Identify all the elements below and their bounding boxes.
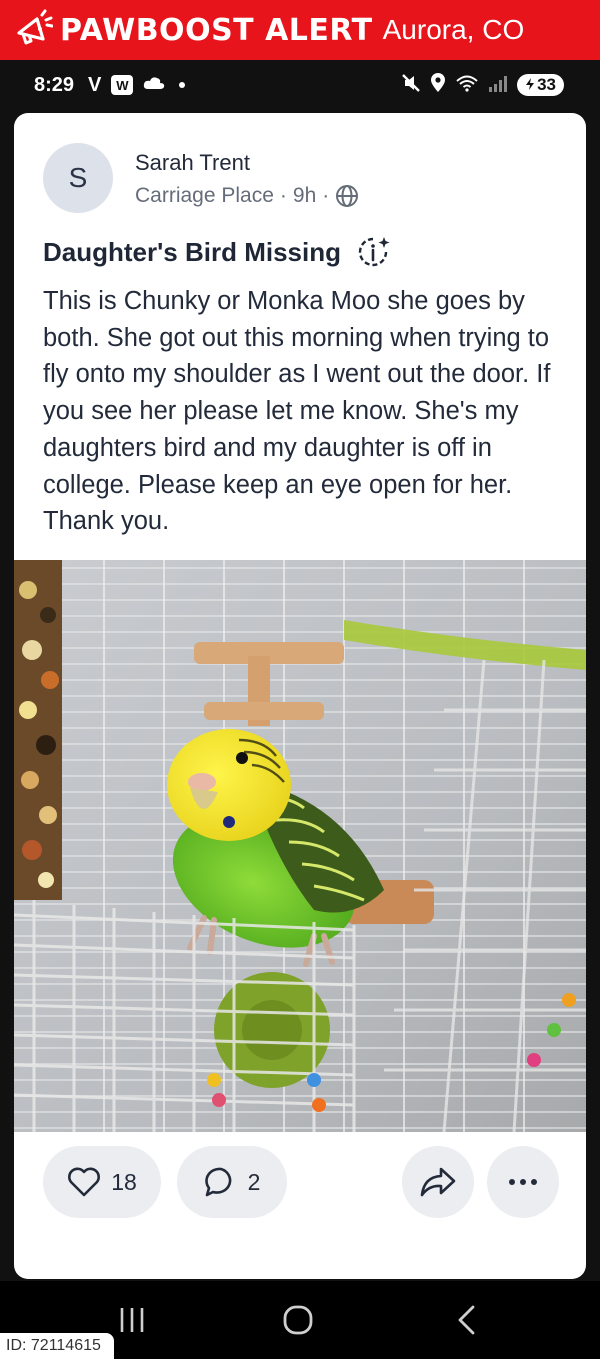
author-name[interactable]: Sarah Trent	[135, 150, 250, 176]
status-bar: 8:29 V W 33	[0, 60, 600, 110]
more-options-button[interactable]	[487, 1146, 559, 1218]
home-button[interactable]	[278, 1299, 318, 1341]
post-title: Daughter's Bird Missing	[43, 235, 391, 269]
post-card: S Sarah Trent Carriage Place · 9h · Daug…	[14, 113, 586, 1279]
comment-button[interactable]: 2	[177, 1146, 287, 1218]
globe-icon	[335, 184, 359, 208]
avatar[interactable]: S	[43, 143, 113, 213]
recent-apps-button[interactable]	[112, 1299, 152, 1341]
post-title-text: Daughter's Bird Missing	[43, 236, 341, 267]
wifi-icon	[455, 73, 479, 98]
meta-separator: ·	[279, 184, 287, 207]
ellipsis-icon	[508, 1178, 538, 1186]
alert-title: PAWBOOST ALERT	[60, 12, 373, 48]
dot-icon	[179, 82, 186, 88]
comment-count: 2	[247, 1168, 261, 1195]
share-icon	[419, 1165, 457, 1199]
meta-separator: ·	[322, 184, 330, 207]
app-badge-icon: W	[111, 75, 134, 95]
like-count: 18	[111, 1168, 137, 1195]
budgie-photo[interactable]	[14, 560, 586, 1132]
alert-banner: PAWBOOST ALERT Aurora, CO	[0, 0, 600, 60]
battery-indicator: 33	[517, 74, 564, 96]
battery-icon	[525, 75, 535, 95]
megaphone-icon	[8, 6, 56, 54]
share-button[interactable]	[402, 1146, 474, 1218]
ai-info-icon[interactable]	[357, 235, 391, 269]
comment-icon	[204, 1166, 238, 1198]
location-icon	[430, 72, 446, 98]
post-body: This is Chunky or Monka Moo she goes by …	[43, 287, 551, 536]
signal-icon	[488, 74, 508, 97]
alert-location: Aurora, CO	[382, 14, 525, 45]
post-meta: Carriage Place · 9h ·	[135, 184, 359, 208]
action-bar: 18 2	[14, 1146, 586, 1218]
back-button[interactable]	[448, 1299, 484, 1341]
carrier-v-icon: V	[88, 73, 102, 96]
battery-level: 33	[537, 75, 556, 94]
like-button[interactable]: 18	[43, 1146, 161, 1218]
id-label: ID: 72114615	[0, 1333, 114, 1359]
cloud-icon	[143, 76, 165, 95]
heart-icon	[67, 1167, 101, 1197]
post-age: 9h	[292, 184, 317, 207]
status-time: 8:29	[34, 73, 75, 96]
neighborhood-link[interactable]: Carriage Place	[135, 184, 274, 208]
mute-icon	[401, 73, 421, 98]
